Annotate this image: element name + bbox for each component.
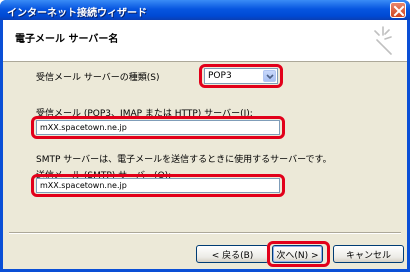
next-button[interactable]: 次へ(N) > <box>272 245 323 263</box>
cancel-button[interactable]: キャンセル <box>333 245 404 263</box>
window-title: インターネット接続ウィザード <box>7 8 147 19</box>
title-bar[interactable]: インターネット接続ウィザード <box>0 0 410 20</box>
incoming-server-field[interactable] <box>36 120 280 135</box>
server-type-select[interactable]: POP3 <box>204 68 278 84</box>
wizard-header: 電子メール サーバー名 <box>3 20 407 62</box>
outgoing-server-field[interactable] <box>36 178 280 193</box>
footer-divider <box>9 232 401 234</box>
incoming-server-input[interactable] <box>37 121 279 134</box>
close-button[interactable] <box>390 2 406 18</box>
server-type-label: 受信メール サーバーの種類(S) <box>36 73 160 83</box>
dropdown-button[interactable] <box>263 70 276 82</box>
sparkle-wizard-icon <box>374 26 392 55</box>
outgoing-server-input[interactable] <box>37 179 279 192</box>
smtp-note: SMTP サーバーは、電子メールを送信するときに使用するサーバーです。 <box>36 155 332 165</box>
chevron-down-icon <box>266 74 274 80</box>
incoming-server-label: 受信メール (POP3、IMAP または HTTP) サーバー(I): <box>36 109 253 119</box>
close-icon <box>393 5 405 17</box>
page-title: 電子メール サーバー名 <box>15 34 119 45</box>
back-button[interactable]: < 戻る(B) <box>196 245 269 263</box>
dialog-client-area: 電子メール サーバー名 受信メール サーバーの種類(S) POP3 受信メール … <box>3 20 407 269</box>
wizard-window: インターネット接続ウィザード 電子メール サーバー名 受信メール サーバーの種類… <box>0 0 410 272</box>
server-type-value: POP3 <box>208 71 232 81</box>
